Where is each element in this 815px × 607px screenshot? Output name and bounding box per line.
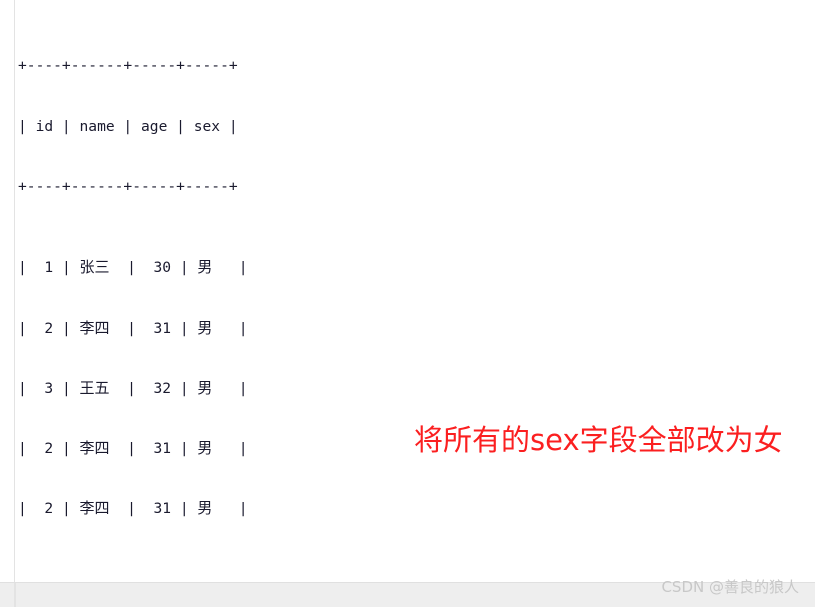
table-row: | 2 | 李四 | 31 | 男 | xyxy=(18,318,248,337)
table-header-row: | id | name | age | sex | xyxy=(18,117,238,135)
table-border-header: +----+------+-----+-----+ xyxy=(18,177,238,195)
table-row: | 3 | 王五 | 32 | 男 | xyxy=(18,378,248,397)
table-row: | 2 | 李四 | 31 | 男 | xyxy=(18,499,248,518)
red-annotation-text: 将所有的sex字段全部改为女 xyxy=(414,423,783,457)
footer-gutter-tick xyxy=(14,583,16,607)
table-row: | 1 | 张三 | 30 | 男 | xyxy=(18,258,248,277)
screenshot-root: +----+------+-----+-----+ | id | name | … xyxy=(0,0,815,607)
table-border-top: +----+------+-----+-----+ xyxy=(18,57,238,75)
left-gutter-rule xyxy=(14,0,15,583)
terminal-output[interactable]: +----+------+-----+-----+ | id | name | … xyxy=(18,0,578,607)
csdn-watermark: CSDN @善良的狼人 xyxy=(661,578,799,596)
